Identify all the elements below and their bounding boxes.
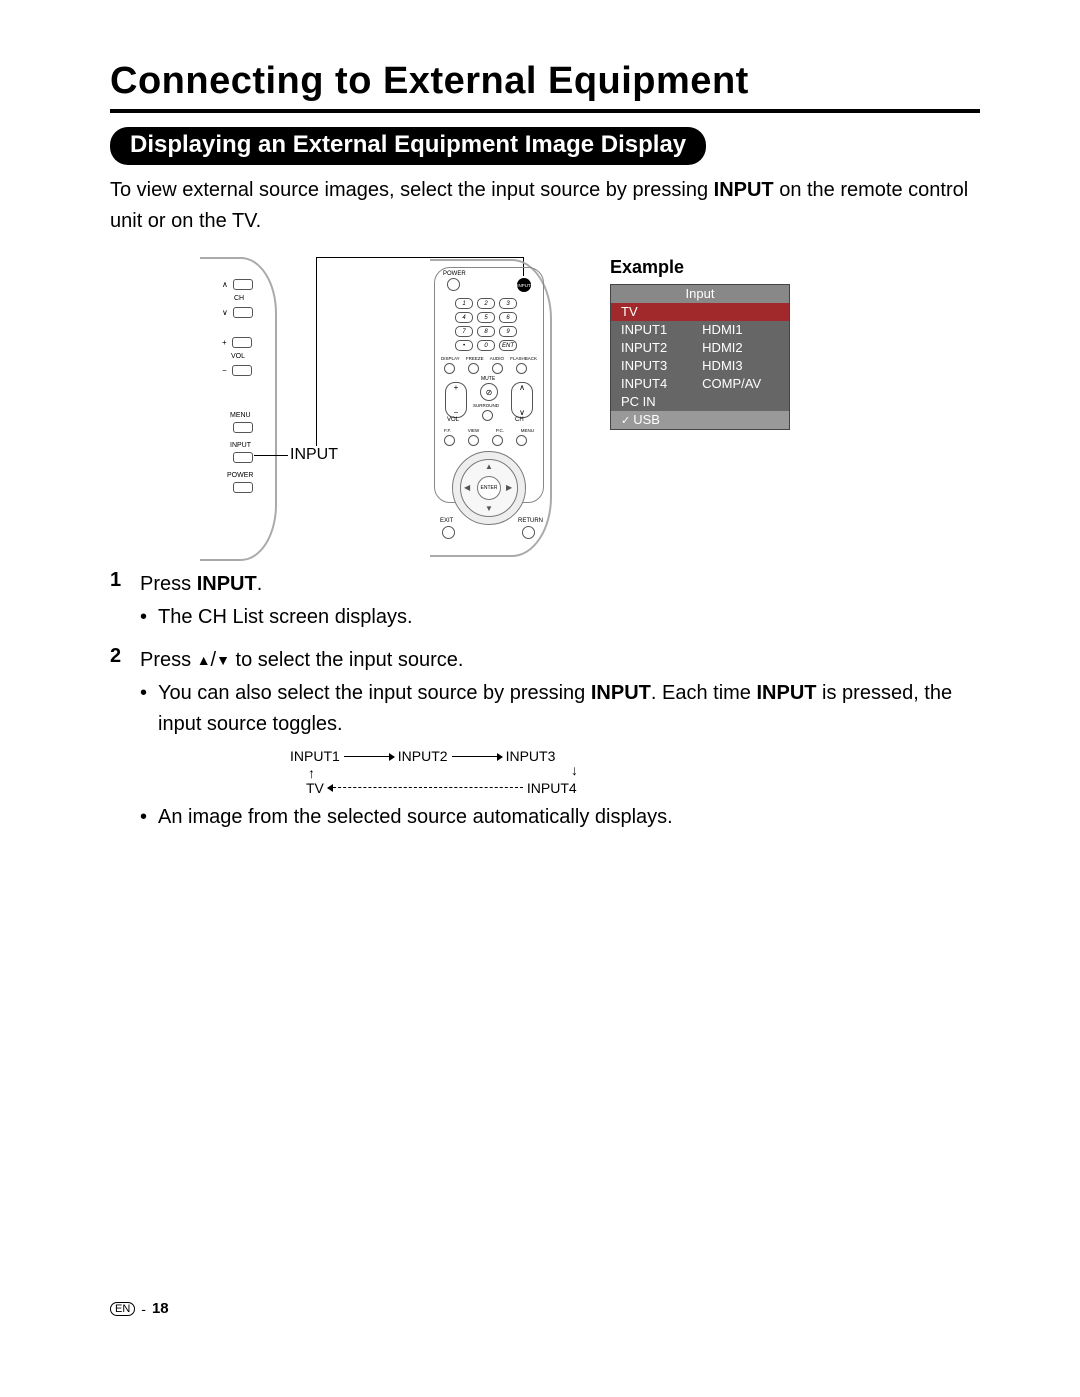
lbl-view: VIEW xyxy=(468,428,480,433)
key-dot[interactable]: • xyxy=(455,340,473,351)
page-footer: EN - 18 xyxy=(110,1300,169,1317)
lbl-mute: MUTE xyxy=(481,376,495,382)
remote-input-button[interactable]: INPUT xyxy=(517,278,531,292)
tv-vol-label: VOL xyxy=(231,353,245,360)
input-row-1-b: HDMI1 xyxy=(692,321,789,339)
input-usb: ✓USB xyxy=(611,411,790,430)
btn-flashback[interactable] xyxy=(516,363,527,374)
input-row-3-b: HDMI3 xyxy=(692,357,789,375)
cycle-input1: INPUT1 xyxy=(290,748,340,765)
input-cycle-diagram: INPUT1 INPUT2 INPUT3 ↑ TV INPUT xyxy=(290,748,980,796)
key-7[interactable]: 7 xyxy=(455,326,473,337)
remote-ch-rocker[interactable]: ∧∨ xyxy=(511,382,533,418)
key-5[interactable]: 5 xyxy=(477,312,495,323)
cycle-input3: INPUT3 xyxy=(506,748,556,765)
intro-paragraph: To view external source images, select t… xyxy=(110,175,980,237)
remote-ch-label: CH xyxy=(515,417,524,423)
intro-bold: INPUT xyxy=(714,179,774,201)
footer-lang: EN xyxy=(110,1302,135,1316)
tv-vol-up-button[interactable] xyxy=(232,337,252,348)
key-1[interactable]: 1 xyxy=(455,298,473,309)
key-2[interactable]: 2 xyxy=(477,298,495,309)
input-row-4-b: COMP/AV xyxy=(692,375,789,393)
remote-mute-button[interactable]: ⊘ xyxy=(480,383,498,401)
tv-input-button[interactable] xyxy=(233,452,253,463)
key-0[interactable]: 0 xyxy=(477,340,495,351)
input-row-4-a: INPUT4 xyxy=(611,375,693,393)
title-rule xyxy=(110,109,980,113)
lbl-pc: P.C. xyxy=(496,428,504,433)
section-heading: Displaying an External Equipment Image D… xyxy=(110,127,706,165)
input-row-3-a: INPUT3 xyxy=(611,357,693,375)
step-2-number: 2 xyxy=(110,645,140,841)
cycle-down-arrow: ↓ xyxy=(571,762,578,778)
input-table-header: Input xyxy=(611,285,790,304)
key-6[interactable]: 6 xyxy=(499,312,517,323)
btn-return[interactable] xyxy=(522,526,535,539)
footer-page-number: 18 xyxy=(152,1300,169,1317)
remote-power-label: POWER xyxy=(443,271,466,277)
remote-enter-button[interactable]: ENTER xyxy=(477,476,501,500)
step-2-bullet-1: You can also select the input source by … xyxy=(140,678,980,740)
remote-dpad[interactable]: ENTER ▲ ▼ ◀ ▶ xyxy=(452,451,524,523)
btn-ff[interactable] xyxy=(444,435,455,446)
step-1-bullet-1: The CH List screen displays. xyxy=(140,602,413,633)
key-4[interactable]: 4 xyxy=(455,312,473,323)
input-row-1-a: INPUT1 xyxy=(611,321,693,339)
input-callout-label: INPUT xyxy=(290,446,338,464)
btn-surround[interactable] xyxy=(482,410,493,421)
tv-side-panel: ∧ CH ∨ + VOL − MENU INPUT xyxy=(200,257,277,561)
intro-prefix: To view external source images, select t… xyxy=(110,179,714,201)
tv-menu-label: MENU xyxy=(230,412,251,419)
input-source-table: Input TV INPUT1HDMI1 INPUT2HDMI2 INPUT3H… xyxy=(610,284,790,430)
tv-power-button[interactable] xyxy=(233,482,253,493)
step-1-number: 1 xyxy=(110,569,140,641)
remote-control: POWER INPUT 123 456 789 • 0 ENT DISPLAY xyxy=(430,259,552,557)
btn-pc[interactable] xyxy=(492,435,503,446)
lbl-menu: MENU xyxy=(521,428,534,433)
tv-menu-button[interactable] xyxy=(233,422,253,433)
tv-power-label: POWER xyxy=(227,472,253,479)
lbl-flashback: FLASHBACK xyxy=(510,356,537,361)
btn-view[interactable] xyxy=(468,435,479,446)
lbl-ff: F.F. xyxy=(444,428,451,433)
page-title: Connecting to External Equipment xyxy=(110,60,980,103)
btn-menu[interactable] xyxy=(516,435,527,446)
remote-power-button[interactable] xyxy=(447,278,460,291)
btn-exit[interactable] xyxy=(442,526,455,539)
tv-vol-down-button[interactable] xyxy=(232,365,252,376)
key-ent[interactable]: ENT xyxy=(499,340,517,351)
tv-ch-up-button[interactable] xyxy=(233,279,253,290)
tv-ch-down-button[interactable] xyxy=(233,307,253,318)
cycle-input2: INPUT2 xyxy=(398,748,448,765)
tv-input-label: INPUT xyxy=(230,442,251,449)
lbl-display: DISPLAY xyxy=(441,356,460,361)
lbl-exit: EXIT xyxy=(440,518,453,524)
step-2-bullet-2: An image from the selected source automa… xyxy=(140,802,980,833)
btn-display[interactable] xyxy=(444,363,455,374)
btn-audio[interactable] xyxy=(492,363,503,374)
input-row-2-a: INPUT2 xyxy=(611,339,693,357)
lbl-return: RETURN xyxy=(518,518,543,524)
remote-vol-label: VOL xyxy=(447,417,459,423)
input-row-2-b: HDMI2 xyxy=(692,339,789,357)
example-title: Example xyxy=(610,257,790,278)
lbl-freeze: FREEZE xyxy=(466,356,484,361)
key-3[interactable]: 3 xyxy=(499,298,517,309)
footer-dash: - xyxy=(141,1301,146,1317)
lbl-audio: AUDIO xyxy=(490,356,504,361)
remote-vol-rocker[interactable]: +− xyxy=(445,382,467,418)
btn-freeze[interactable] xyxy=(468,363,479,374)
cycle-input4: INPUT4 xyxy=(527,780,577,797)
tv-ch-label: CH xyxy=(234,295,244,302)
input-selected: TV xyxy=(611,303,790,321)
input-pcin: PC IN xyxy=(611,393,790,411)
lbl-surround: SURROUND xyxy=(473,403,499,408)
step-2-text: Press ▲/▼ to select the input source. xyxy=(140,645,980,676)
key-9[interactable]: 9 xyxy=(499,326,517,337)
cycle-tv: TV xyxy=(306,780,324,797)
key-8[interactable]: 8 xyxy=(477,326,495,337)
step-1-text: Press INPUT. xyxy=(140,569,413,600)
